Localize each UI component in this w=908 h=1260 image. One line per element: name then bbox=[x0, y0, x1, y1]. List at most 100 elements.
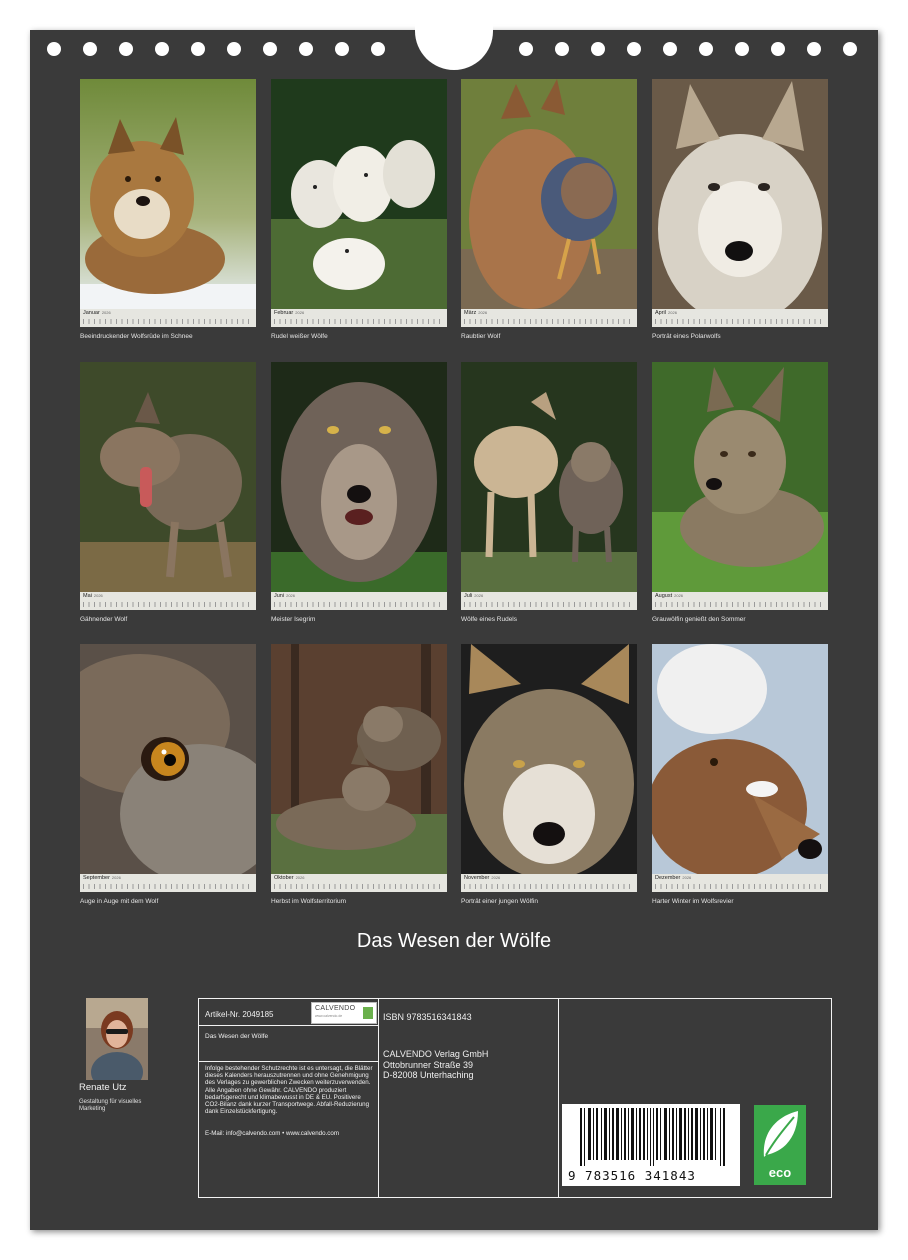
binding-hole bbox=[191, 42, 205, 56]
calendar-strip: März 2026 bbox=[461, 309, 637, 327]
month-name: Februar bbox=[274, 310, 294, 316]
divider bbox=[199, 1061, 378, 1062]
calvendo-logo: CALVENDO www.calvendo.de bbox=[311, 1002, 377, 1024]
product-title: Das Wesen der Wölfe bbox=[205, 1033, 269, 1040]
calendar-strip: Februar 2026 bbox=[271, 309, 447, 327]
photo-caption: Beeindruckender Wolfsrüde im Schnee bbox=[80, 333, 193, 340]
photo-caption: Grauwölfin genießt den Sommer bbox=[652, 616, 746, 623]
photo-caption: Rudel weißer Wölfe bbox=[271, 333, 328, 340]
day-grid bbox=[655, 884, 825, 889]
month-name: September bbox=[83, 875, 110, 881]
photo-caption: Meister Isegrim bbox=[271, 616, 316, 623]
photo-caption: Gähnender Wolf bbox=[80, 616, 128, 623]
calendar-strip: Juni 2026 bbox=[271, 592, 447, 610]
calendar-strip: November 2026 bbox=[461, 874, 637, 892]
calendar-strip: Mai 2026 bbox=[80, 592, 256, 610]
contact-info: E-Mail: info@calvendo.com • www.calvendo… bbox=[205, 1130, 339, 1137]
barcode-bars-icon bbox=[580, 1108, 725, 1166]
wolf-photo bbox=[80, 79, 256, 309]
binding-hole bbox=[119, 42, 133, 56]
year: 2026 bbox=[295, 310, 305, 315]
binding-hole bbox=[263, 42, 277, 56]
calendar-title: Das Wesen der Wölfe bbox=[356, 930, 552, 952]
isbn: ISBN 9783516341843 bbox=[383, 1012, 472, 1022]
month-name: März bbox=[464, 310, 477, 316]
day-grid bbox=[464, 319, 634, 324]
month-name: Januar bbox=[83, 310, 100, 316]
month-name: Juni bbox=[274, 593, 285, 599]
day-grid bbox=[655, 602, 825, 607]
day-grid bbox=[83, 319, 253, 324]
year: 2026 bbox=[101, 310, 111, 315]
day-grid bbox=[464, 602, 634, 607]
author-photo bbox=[86, 998, 148, 1080]
binding-hole bbox=[807, 42, 821, 56]
publisher-street: Ottobrunner Straße 39 bbox=[383, 1059, 474, 1070]
month-name: Oktober bbox=[274, 875, 294, 881]
binding-hole bbox=[155, 42, 169, 56]
wolf-photo bbox=[461, 362, 637, 592]
barcode-number: 9 783516 341843 bbox=[568, 1168, 696, 1183]
divider bbox=[378, 999, 379, 1197]
photo-caption: Auge in Auge mit dem Wolf bbox=[80, 898, 159, 905]
calendar-strip: Juli 2026 bbox=[461, 592, 637, 610]
wolf-photo bbox=[80, 644, 256, 874]
barcode-panel: 9 783516 341843 eco bbox=[560, 999, 830, 1195]
binding-hole bbox=[735, 42, 749, 56]
day-grid bbox=[274, 319, 444, 324]
year: 2026 bbox=[668, 310, 677, 315]
wolf-photo bbox=[80, 362, 256, 592]
binding-hole bbox=[771, 42, 785, 56]
binding-hole bbox=[627, 42, 641, 56]
year: 2026 bbox=[474, 593, 484, 598]
year: 2026 bbox=[93, 593, 103, 598]
divider bbox=[199, 1025, 378, 1026]
publisher-address: CALVENDO Verlag GmbH Ottobrunner Straße … bbox=[383, 1049, 488, 1081]
photo-caption: Herbst im Wolfsterritorium bbox=[271, 898, 347, 905]
article-number: Artikel-Nr. 2049185 bbox=[205, 1010, 274, 1019]
eco-badge: eco bbox=[754, 1105, 806, 1185]
photo-caption: Wölfe eines Rudels bbox=[461, 616, 517, 623]
calendar-strip: Dezember 2026 bbox=[652, 874, 828, 892]
calendar-strip: April 2026 bbox=[652, 309, 828, 327]
wolf-photo bbox=[652, 644, 828, 874]
day-grid bbox=[274, 602, 444, 607]
publisher-name: CALVENDO Verlag GmbH bbox=[383, 1049, 489, 1059]
photo-caption: Porträt eines Polarwolfs bbox=[652, 333, 721, 340]
wolf-photo bbox=[461, 644, 637, 874]
logo-text: CALVENDO bbox=[315, 1005, 356, 1012]
year: 2026 bbox=[478, 310, 488, 315]
legal-notice: Infolge bestehender Schutzrechte ist es … bbox=[205, 1065, 373, 1116]
wolf-photo bbox=[271, 644, 447, 874]
month-name: August bbox=[655, 593, 673, 599]
month-name: Juli bbox=[464, 593, 473, 599]
year: 2026 bbox=[295, 875, 305, 880]
binding-hole bbox=[335, 42, 349, 56]
barcode: 9 783516 341843 bbox=[562, 1104, 740, 1186]
binding-hole bbox=[699, 42, 713, 56]
photo-caption: Harter Winter im Wolfsrevier bbox=[652, 898, 734, 905]
wolf-photo bbox=[461, 79, 637, 309]
month-name: April bbox=[655, 310, 667, 316]
year: 2026 bbox=[111, 875, 121, 880]
day-grid bbox=[464, 884, 634, 889]
wolf-photo bbox=[271, 79, 447, 309]
calendar-strip: September 2026 bbox=[80, 874, 256, 892]
year: 2026 bbox=[682, 875, 692, 880]
year: 2026 bbox=[491, 875, 501, 880]
leaf-icon bbox=[763, 1111, 798, 1157]
logo-subtext: www.calvendo.de bbox=[315, 1014, 343, 1018]
author-name: Renate Utz bbox=[79, 1082, 127, 1093]
binding-hole bbox=[663, 42, 677, 56]
spiral-binding bbox=[30, 20, 878, 70]
binding-hole bbox=[371, 42, 385, 56]
author-role: Gestaltung für visuelles Marketing bbox=[79, 1099, 142, 1112]
binding-hole bbox=[299, 42, 313, 56]
photo-caption: Porträt einer jungen Wölfin bbox=[461, 898, 538, 905]
photo-caption: Raubtier Wolf bbox=[461, 333, 501, 340]
binding-hole bbox=[591, 42, 605, 56]
wolf-photo bbox=[271, 362, 447, 592]
calendar-strip: August 2026 bbox=[652, 592, 828, 610]
hanger-cutout bbox=[415, 20, 493, 70]
wolf-photo bbox=[652, 79, 828, 309]
